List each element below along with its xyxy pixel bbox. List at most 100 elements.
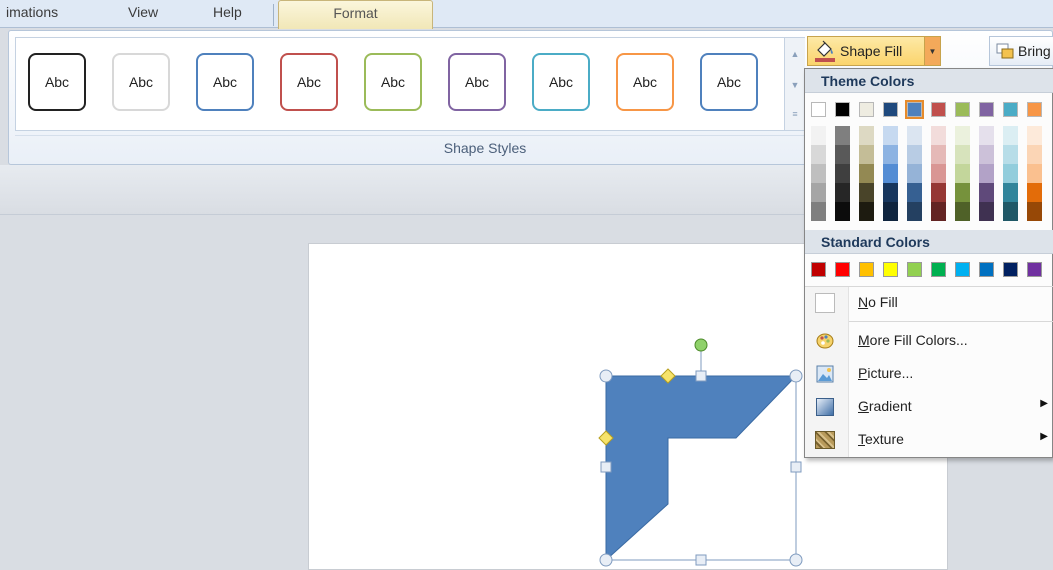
shape-style-item[interactable]: Abc	[694, 42, 764, 122]
theme-shade-swatch[interactable]	[1027, 126, 1042, 145]
theme-shade-swatch[interactable]	[907, 164, 922, 183]
theme-shade-swatch[interactable]	[859, 145, 874, 164]
bring-forward-button[interactable]: Bring	[989, 36, 1053, 66]
rotate-handle[interactable]	[694, 338, 708, 352]
standard-color-swatch[interactable]	[1027, 262, 1042, 277]
gradient-item[interactable]: Gradient ▶	[805, 391, 1053, 423]
theme-shade-swatch[interactable]	[955, 145, 970, 164]
tab-help[interactable]: Help	[213, 4, 242, 28]
shape-style-item[interactable]: Abc	[22, 42, 92, 122]
more-fill-colors-item[interactable]: More Fill Colors...	[805, 325, 1053, 357]
standard-color-swatch[interactable]	[811, 262, 826, 277]
theme-shade-swatch[interactable]	[883, 126, 898, 145]
theme-shade-swatch[interactable]	[859, 183, 874, 202]
theme-shade-swatch[interactable]	[811, 183, 826, 202]
standard-color-swatch[interactable]	[979, 262, 994, 277]
theme-shade-swatch[interactable]	[931, 126, 946, 145]
theme-color-swatch[interactable]	[883, 102, 898, 117]
theme-color-swatch[interactable]	[979, 102, 994, 117]
theme-shade-swatch[interactable]	[1003, 183, 1018, 202]
standard-color-swatch[interactable]	[955, 262, 970, 277]
theme-color-swatch[interactable]	[905, 100, 924, 119]
shape-style-item[interactable]: Abc	[190, 42, 260, 122]
selected-shape[interactable]	[592, 336, 812, 570]
theme-shade-swatch[interactable]	[835, 145, 850, 164]
gallery-scroll-down-button[interactable]: ▼	[787, 71, 803, 99]
theme-shade-swatch[interactable]	[835, 126, 850, 145]
theme-shade-swatch[interactable]	[835, 202, 850, 221]
theme-color-swatch[interactable]	[859, 102, 874, 117]
theme-shade-swatch[interactable]	[859, 126, 874, 145]
theme-color-swatch[interactable]	[931, 102, 946, 117]
theme-shade-swatch[interactable]	[979, 183, 994, 202]
shape-style-item[interactable]: Abc	[106, 42, 176, 122]
shape-style-item[interactable]: Abc	[526, 42, 596, 122]
theme-color-swatch[interactable]	[955, 102, 970, 117]
shape-style-preview: Abc	[364, 53, 422, 111]
gallery-more-button[interactable]: ≡	[787, 100, 803, 128]
standard-color-swatch[interactable]	[907, 262, 922, 277]
theme-shade-swatch[interactable]	[1003, 145, 1018, 164]
theme-shade-swatch[interactable]	[1027, 164, 1042, 183]
theme-shade-swatch[interactable]	[883, 145, 898, 164]
theme-shade-swatch[interactable]	[1027, 183, 1042, 202]
theme-shade-swatch[interactable]	[1003, 164, 1018, 183]
theme-shade-swatch[interactable]	[883, 164, 898, 183]
theme-shade-swatch[interactable]	[955, 126, 970, 145]
theme-shade-swatch[interactable]	[859, 202, 874, 221]
theme-shade-swatch[interactable]	[931, 183, 946, 202]
theme-shade-swatch[interactable]	[931, 145, 946, 164]
theme-shade-swatch[interactable]	[955, 183, 970, 202]
theme-shade-swatch[interactable]	[907, 183, 922, 202]
theme-shade-swatch[interactable]	[835, 164, 850, 183]
theme-shade-swatch[interactable]	[1027, 202, 1042, 221]
half-frame-shape[interactable]	[605, 375, 798, 562]
shape-style-item[interactable]: Abc	[442, 42, 512, 122]
theme-shade-swatch[interactable]	[955, 164, 970, 183]
theme-shade-swatch[interactable]	[907, 126, 922, 145]
theme-shade-swatch[interactable]	[907, 202, 922, 221]
theme-shade-swatch[interactable]	[979, 126, 994, 145]
theme-shade-swatch[interactable]	[955, 202, 970, 221]
standard-color-swatch[interactable]	[883, 262, 898, 277]
gallery-scroll-up-button[interactable]: ▲	[787, 40, 803, 68]
theme-shade-swatch[interactable]	[979, 164, 994, 183]
tab-view[interactable]: View	[128, 4, 158, 28]
theme-shade-swatch[interactable]	[883, 183, 898, 202]
theme-shade-swatch[interactable]	[811, 164, 826, 183]
theme-shade-swatch[interactable]	[811, 202, 826, 221]
theme-shade-swatch[interactable]	[931, 164, 946, 183]
theme-shade-swatch[interactable]	[907, 145, 922, 164]
theme-shade-swatch[interactable]	[811, 126, 826, 145]
shape-fill-button[interactable]: Shape Fill ▼	[807, 36, 941, 66]
theme-shade-swatch[interactable]	[835, 183, 850, 202]
theme-shade-swatch[interactable]	[1003, 202, 1018, 221]
chevron-down-icon[interactable]: ▼	[924, 37, 940, 65]
theme-color-swatch[interactable]	[811, 102, 826, 117]
theme-shade-swatch[interactable]	[979, 202, 994, 221]
tab-animations[interactable]: imations	[6, 4, 58, 28]
shape-style-item[interactable]: Abc	[274, 42, 344, 122]
theme-color-swatch[interactable]	[1003, 102, 1018, 117]
theme-shade-swatch[interactable]	[1003, 126, 1018, 145]
theme-color-swatch[interactable]	[835, 102, 850, 117]
texture-item[interactable]: Texture ▶	[805, 424, 1053, 456]
theme-shade-swatch[interactable]	[931, 202, 946, 221]
shape-style-preview: Abc	[28, 53, 86, 111]
standard-color-swatch[interactable]	[931, 262, 946, 277]
standard-color-swatch[interactable]	[859, 262, 874, 277]
theme-color-swatch[interactable]	[1027, 102, 1042, 117]
gallery-scrollbar[interactable]: ▲ ▼ ≡	[784, 38, 805, 130]
shape-style-item[interactable]: Abc	[358, 42, 428, 122]
shape-style-item[interactable]: Abc	[610, 42, 680, 122]
standard-color-swatch[interactable]	[835, 262, 850, 277]
theme-shade-swatch[interactable]	[859, 164, 874, 183]
theme-shade-swatch[interactable]	[979, 145, 994, 164]
standard-color-swatch[interactable]	[1003, 262, 1018, 277]
theme-shade-swatch[interactable]	[883, 202, 898, 221]
theme-shade-swatch[interactable]	[811, 145, 826, 164]
no-fill-item[interactable]: No Fill	[805, 287, 1053, 319]
picture-item[interactable]: Picture...	[805, 358, 1053, 390]
tab-format[interactable]: Format	[278, 0, 433, 29]
theme-shade-swatch[interactable]	[1027, 145, 1042, 164]
